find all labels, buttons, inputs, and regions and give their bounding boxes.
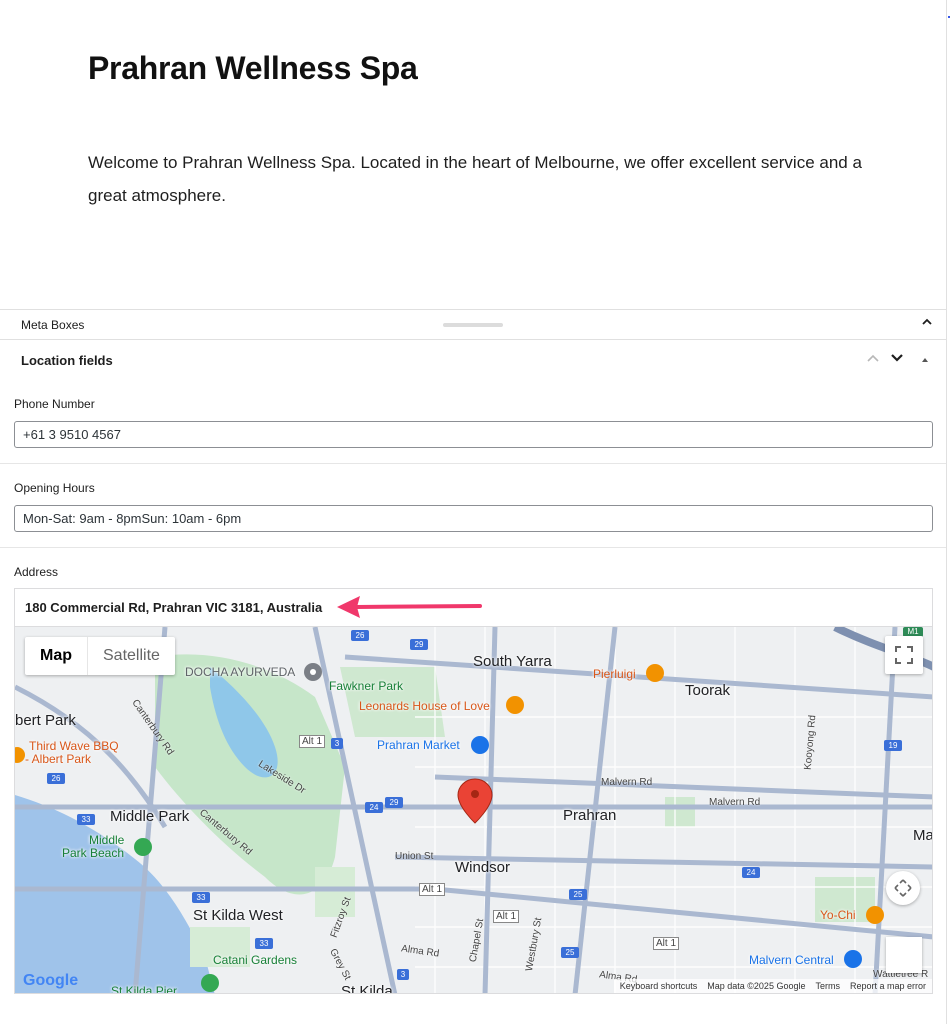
map-poi-catani-gardens[interactable]: Catani Gardens	[213, 953, 297, 967]
resize-handle[interactable]	[443, 323, 503, 327]
opening-hours-field[interactable]	[14, 505, 933, 532]
map-poi-fawkner-park[interactable]: Fawkner Park	[329, 679, 403, 693]
route-shield: 26	[47, 773, 65, 784]
street-view-button[interactable]	[886, 937, 922, 973]
map-poi-st-kilda-pier[interactable]: St Kilda Pier	[111, 984, 177, 993]
map-road-alt1: Alt 1	[493, 910, 520, 923]
keyboard-shortcuts-link[interactable]: Keyboard shortcuts	[620, 981, 698, 991]
triangle-up-icon[interactable]	[920, 355, 930, 367]
route-shield: 33	[77, 814, 95, 825]
route-shield: 25	[569, 889, 587, 900]
report-error-link[interactable]: Report a map error	[850, 981, 926, 991]
map-label-toorak: Toorak	[685, 682, 731, 699]
map-attribution: Keyboard shortcuts Map data ©2025 Google…	[613, 979, 932, 993]
map-road-alt1: Alt 1	[299, 735, 326, 748]
map-type-map-button[interactable]: Map	[25, 637, 87, 675]
route-shield: 26	[351, 630, 369, 641]
divider	[0, 547, 946, 548]
map-poi-docha[interactable]: DOCHA AYURVEDA	[185, 665, 295, 679]
map-poi-malvern-central[interactable]: Malvern Central	[749, 953, 834, 967]
page-title[interactable]: Prahran Wellness Spa	[88, 50, 418, 87]
annotation-arrow	[337, 596, 482, 618]
map-road-union: Union St	[395, 851, 434, 862]
map-poi-third-wave[interactable]: Third Wave BBQ	[29, 739, 119, 753]
map-label-st-kilda: St Kilda	[341, 983, 393, 994]
map-data-text: Map data ©2025 Google	[707, 981, 806, 991]
location-marker-icon	[457, 778, 493, 824]
map-poi-yo-chi[interactable]: Yo-Chi	[820, 908, 856, 922]
pan-arrows-icon	[894, 879, 912, 897]
chevron-up-icon[interactable]	[866, 351, 880, 370]
map-label-windsor: Windsor	[455, 859, 511, 876]
phone-label: Phone Number	[14, 397, 95, 411]
meta-boxes-label: Meta Boxes	[21, 318, 85, 332]
map-label-malvern: Ma	[913, 827, 933, 844]
meta-boxes-header[interactable]: Meta Boxes	[0, 309, 946, 340]
route-shield: 25	[561, 947, 579, 958]
map-label-albert-park: bert Park	[15, 712, 76, 729]
route-shield: 33	[192, 892, 210, 903]
map-road-alt1: Alt 1	[653, 937, 680, 950]
map-label-south-yarra: South Yarra	[473, 653, 552, 670]
route-shield: 3	[331, 738, 343, 749]
pan-control-button[interactable]	[886, 871, 920, 905]
map-poi-third-wave-sub: - Albert Park	[25, 752, 92, 766]
route-shield: 3	[397, 969, 409, 980]
map-label-st-kilda-west: St Kilda West	[193, 907, 283, 924]
divider	[0, 463, 946, 464]
map-type-control[interactable]: Map Satellite	[25, 637, 175, 675]
address-map[interactable]: 26 29 3 24 29 33 26 33 33 25 25 24 19 3 …	[14, 626, 933, 994]
route-shield: 24	[742, 867, 760, 878]
map-road-alt1: Alt 1	[419, 883, 446, 896]
intro-paragraph[interactable]: Welcome to Prahran Wellness Spa. Located…	[88, 146, 868, 212]
location-fields-panel-header[interactable]: Location fields	[0, 341, 946, 381]
map-poi-pierluigi[interactable]: Pierluigi	[593, 667, 636, 681]
chevron-up-icon[interactable]	[921, 316, 933, 331]
editor-scrollbar[interactable]	[946, 0, 950, 1024]
map-poi-middle-park-beach[interactable]: Middle	[89, 833, 124, 847]
map-road-malvern: Malvern Rd	[601, 777, 653, 788]
fullscreen-button[interactable]	[885, 636, 923, 674]
address-label: Address	[14, 565, 59, 579]
map-label-middle-park: Middle Park	[110, 808, 190, 825]
route-shield: 33	[255, 938, 273, 949]
google-logo: Google	[23, 972, 79, 989]
route-shield: 19	[884, 740, 902, 751]
route-shield: 29	[385, 797, 403, 808]
map-type-satellite-button[interactable]: Satellite	[87, 637, 175, 675]
chevron-down-icon[interactable]	[890, 351, 904, 370]
panel-title: Location fields	[21, 353, 113, 368]
route-shield: 29	[410, 639, 428, 650]
terms-link[interactable]: Terms	[815, 981, 840, 991]
route-shield: 24	[365, 802, 383, 813]
map-road-malvern-2: Malvern Rd	[709, 797, 761, 808]
map-poi-park-beach: Park Beach	[62, 846, 125, 860]
map-poi-prahran-market[interactable]: Prahran Market	[377, 738, 460, 752]
phone-field[interactable]	[14, 421, 933, 448]
map-poi-leonards[interactable]: Leonards House of Love	[359, 699, 490, 713]
map-label-prahran: Prahran	[563, 807, 617, 824]
opening-hours-label: Opening Hours	[14, 481, 95, 495]
address-value: 180 Commercial Rd, Prahran VIC 3181, Aus…	[25, 600, 323, 615]
fullscreen-icon	[895, 646, 913, 664]
